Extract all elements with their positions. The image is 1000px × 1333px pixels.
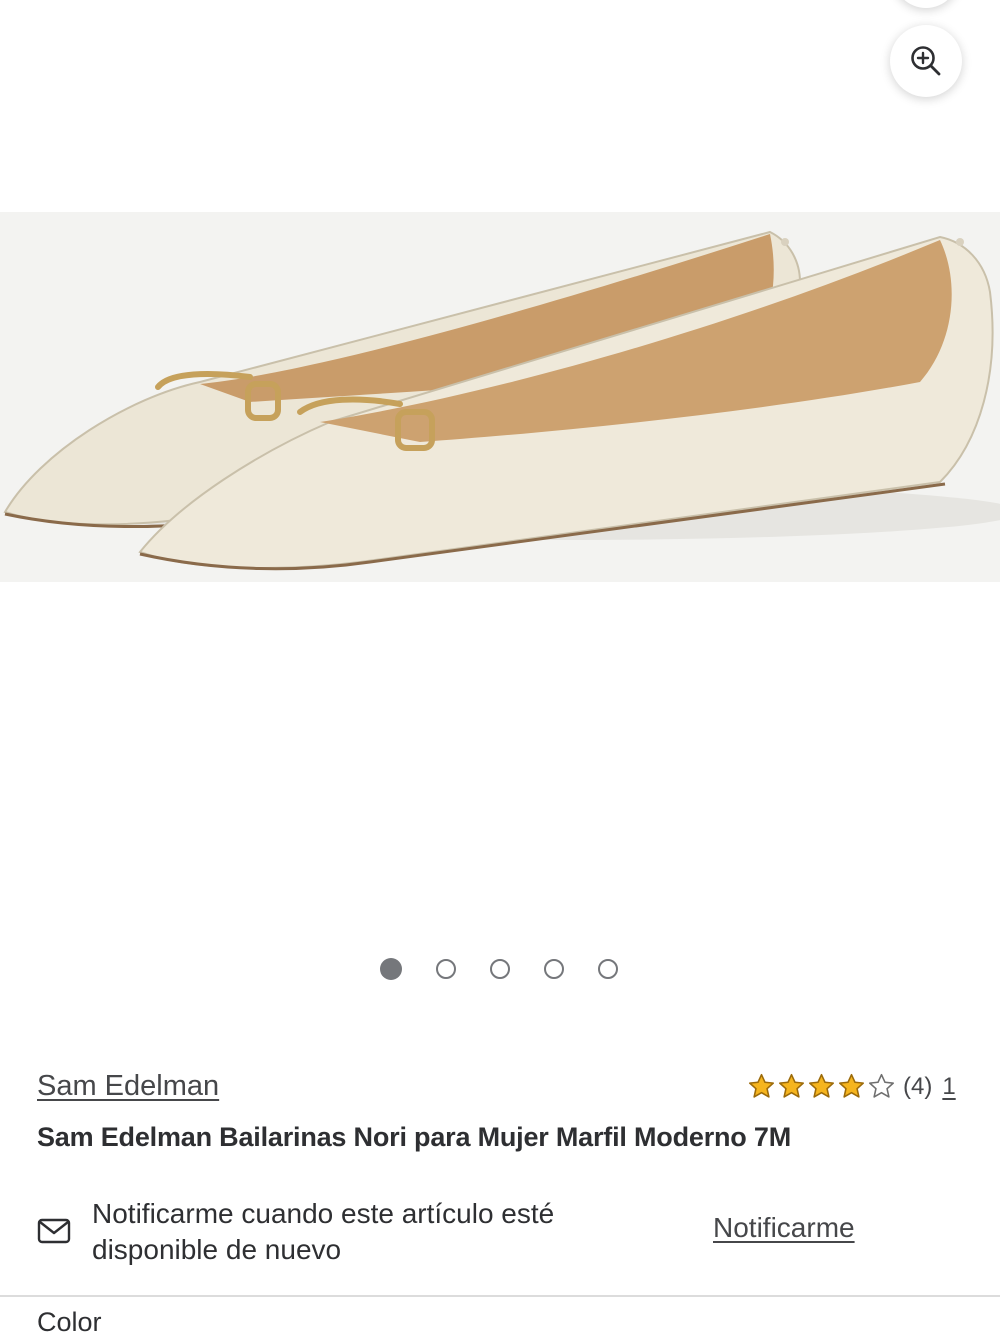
notify-back-in-stock: Notificarme cuando este artículo esté di… (37, 1196, 967, 1276)
mail-icon (37, 1218, 71, 1244)
star-full-icon (748, 1073, 775, 1098)
star-full-icon (808, 1073, 835, 1098)
brand-link[interactable]: Sam Edelman (37, 1070, 219, 1103)
gallery-pagination (0, 958, 1000, 980)
zoom-button[interactable] (890, 25, 962, 97)
rating-count: (4) (903, 1072, 933, 1100)
notify-me-button[interactable]: Notificarme (713, 1212, 855, 1244)
color-option-label: Color (37, 1307, 102, 1333)
gallery-dot-2[interactable] (436, 959, 456, 979)
gallery-control-button[interactable] (893, 0, 959, 8)
section-divider (0, 1295, 1000, 1297)
star-full-icon (778, 1073, 805, 1098)
product-image-gallery[interactable] (0, 0, 1000, 1010)
gallery-dot-4[interactable] (544, 959, 564, 979)
zoom-in-icon (911, 46, 941, 76)
gallery-dot-5[interactable] (598, 959, 618, 979)
reviews-link[interactable]: 1 (942, 1073, 955, 1101)
star-empty-icon (868, 1073, 895, 1098)
product-rating[interactable]: (4) 1 (747, 1072, 956, 1101)
shoe-illustration (0, 212, 1000, 582)
notify-message: Notificarme cuando este artículo esté di… (92, 1198, 555, 1265)
gallery-dot-1[interactable] (380, 958, 402, 980)
product-title: Sam Edelman Bailarinas Nori para Mujer M… (37, 1122, 791, 1152)
gallery-dot-3[interactable] (490, 959, 510, 979)
product-photo[interactable] (0, 212, 1000, 582)
star-rating (747, 1072, 897, 1101)
star-full-icon (838, 1073, 865, 1098)
